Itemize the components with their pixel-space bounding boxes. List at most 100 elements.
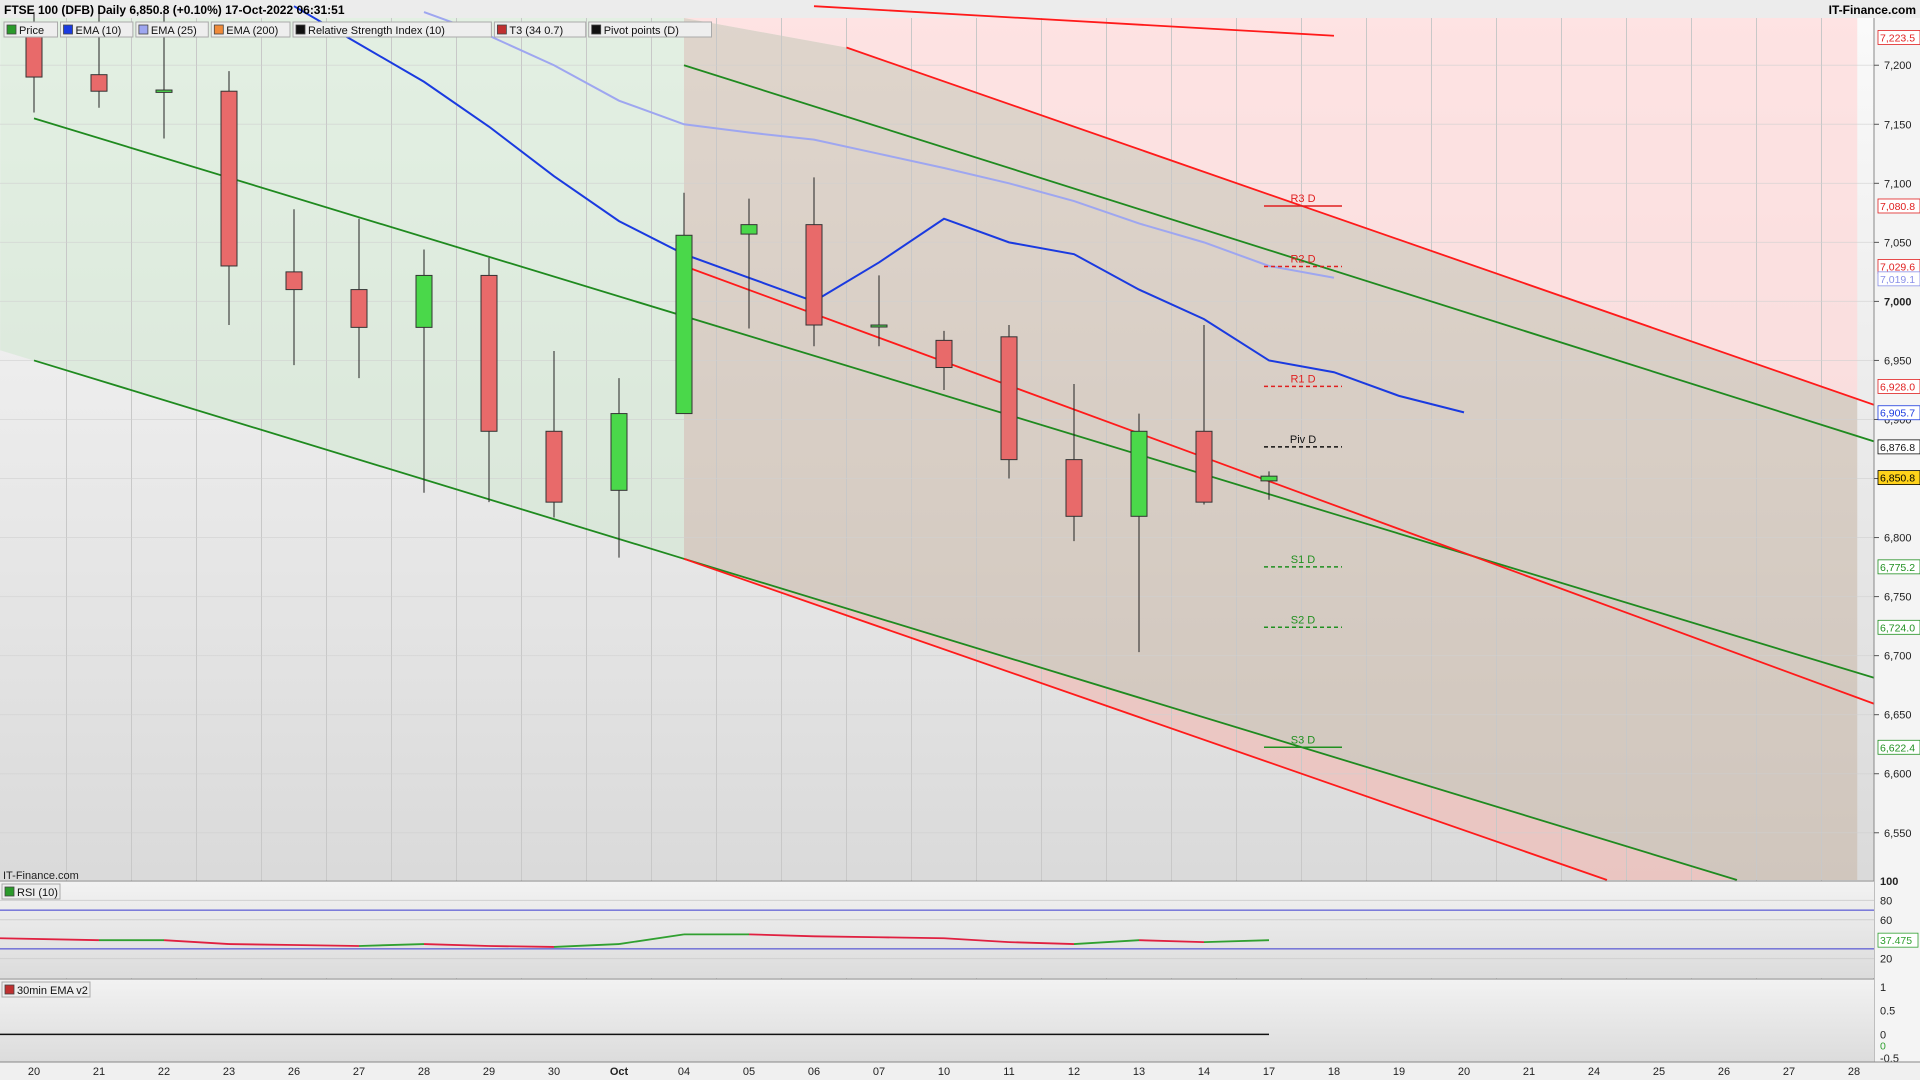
legend-swatch xyxy=(496,24,507,35)
x-tick-label: 26 xyxy=(288,1066,300,1078)
ema30-value-label: 0 xyxy=(1880,1040,1886,1052)
pivot-label: R1 D xyxy=(1290,373,1315,385)
y-tick-label: 7,050 xyxy=(1884,237,1912,249)
candle-body xyxy=(285,271,303,291)
pivot-label: Piv D xyxy=(1290,434,1316,446)
rsi-line-segment xyxy=(878,936,945,940)
y-tick-label: 6,800 xyxy=(1884,533,1912,545)
candle-body xyxy=(805,224,823,326)
legend-swatch xyxy=(213,24,224,35)
x-tick-label: 07 xyxy=(873,1066,885,1078)
price-tag-label: 7,223.5 xyxy=(1880,32,1915,44)
x-tick-label: 21 xyxy=(93,1066,105,1078)
candle-body xyxy=(870,324,888,328)
rsi-value-label: 37.475 xyxy=(1880,935,1912,947)
x-tick-label: 27 xyxy=(353,1066,365,1078)
rsi-line-segment xyxy=(813,935,880,939)
x-tick-label: 21 xyxy=(1523,1066,1535,1078)
candle-body xyxy=(675,234,693,415)
y-tick-label: 6,950 xyxy=(1884,355,1912,367)
candle-body xyxy=(545,430,563,503)
x-tick-label: 19 xyxy=(1393,1066,1405,1078)
y-tick-label: 6,750 xyxy=(1884,592,1912,604)
x-tick-label: 30 xyxy=(548,1066,560,1078)
x-tick-label: 23 xyxy=(223,1066,235,1078)
candle-body xyxy=(350,289,368,328)
candle-body xyxy=(480,274,498,432)
x-tick-label: 18 xyxy=(1328,1066,1340,1078)
rsi-tick-label: 100 xyxy=(1880,876,1898,888)
x-tick-label: 04 xyxy=(678,1066,690,1078)
legend-label: Pivot points (D) xyxy=(604,25,679,37)
site-name: IT-Finance.com xyxy=(1828,3,1916,17)
ema30-tick-label: 0.5 xyxy=(1880,1006,1895,1018)
x-tick-label: 10 xyxy=(938,1066,950,1078)
rsi-label: RSI (10) xyxy=(17,887,58,899)
x-tick-label: 24 xyxy=(1588,1066,1600,1078)
ema30-label-swatch xyxy=(4,984,15,995)
price-tag-label: 6,928.0 xyxy=(1880,381,1915,393)
price-tag-label: 7,019.1 xyxy=(1880,274,1915,286)
legend-label: EMA (25) xyxy=(151,25,197,37)
watermark: IT-Finance.com xyxy=(3,870,79,882)
price-tag-label: 7,080.8 xyxy=(1880,201,1915,213)
pivot-label: S1 D xyxy=(1291,554,1316,566)
y-tick-label: 6,600 xyxy=(1884,769,1912,781)
rsi-line-segment xyxy=(228,943,295,946)
candle-body xyxy=(220,90,238,267)
x-tick-label: 11 xyxy=(1003,1066,1014,1078)
legend-swatch xyxy=(63,24,73,35)
ema30-tick-label: 1 xyxy=(1880,982,1886,994)
y-tick-label: 6,700 xyxy=(1884,651,1912,663)
x-tick-label: 28 xyxy=(418,1066,430,1078)
legend-label: EMA (200) xyxy=(226,25,278,37)
x-tick-label: 27 xyxy=(1783,1066,1795,1078)
candle-body xyxy=(1065,459,1083,517)
ema30-label: 30min EMA v2 xyxy=(17,985,88,997)
legend-label: Price xyxy=(19,25,44,37)
candle-body xyxy=(1130,430,1148,517)
y-tick-label: 6,650 xyxy=(1884,710,1912,722)
x-tick-label: Oct xyxy=(610,1066,629,1078)
candle-body xyxy=(610,413,628,491)
legend-label: T3 (34 0.7) xyxy=(509,25,563,37)
x-tick-label: 12 xyxy=(1068,1066,1080,1078)
x-tick-label: 29 xyxy=(483,1066,495,1078)
x-tick-label: 13 xyxy=(1133,1066,1145,1078)
legend-swatch xyxy=(138,24,149,35)
legend-swatch xyxy=(6,24,17,35)
ema30-panel-background xyxy=(0,979,1874,1062)
y-tick-label: 7,150 xyxy=(1884,119,1912,131)
x-tick-label: 20 xyxy=(28,1066,40,1078)
rsi-panel-background xyxy=(0,881,1874,978)
pivot-label: S2 D xyxy=(1291,614,1316,626)
y-tick-label: 7,000 xyxy=(1884,296,1912,308)
chart-title: FTSE 100 (DFB) Daily 6,850.8 (+0.10%) 17… xyxy=(4,3,345,17)
candle-body xyxy=(415,274,433,328)
rsi-line-segment xyxy=(488,945,555,948)
pivot-label: S3 D xyxy=(1291,734,1316,746)
price-tag-label: 6,876.8 xyxy=(1880,442,1915,454)
x-tick-label: 06 xyxy=(808,1066,820,1078)
rsi-tick-label: 20 xyxy=(1880,954,1892,966)
x-tick-label: 20 xyxy=(1458,1066,1470,1078)
price-tag-label: 6,775.2 xyxy=(1880,562,1915,574)
y-tick-label: 7,200 xyxy=(1884,60,1912,72)
legend-label: Relative Strength Index (10) xyxy=(308,25,445,37)
candle-body xyxy=(935,339,953,369)
price-tag-label: 6,850.8 xyxy=(1880,473,1915,485)
x-tick-label: 17 xyxy=(1263,1066,1275,1078)
candle-body xyxy=(740,224,758,235)
legend-swatch xyxy=(591,24,602,35)
candle-body xyxy=(1260,475,1278,482)
price-tag-label: 6,622.4 xyxy=(1880,742,1915,754)
candle-body xyxy=(1195,430,1213,503)
x-tick-label: 28 xyxy=(1848,1066,1860,1078)
rsi-line-segment xyxy=(293,944,360,947)
rsi-tick-label: 80 xyxy=(1880,895,1892,907)
chart-canvas: R3 D R2 D R1 D Piv D S1 D S2 D S3 D 7,200 7,150 7… xyxy=(0,5,1920,1080)
rsi-label-swatch xyxy=(4,886,15,897)
x-tick-label: 25 xyxy=(1653,1066,1665,1078)
x-tick-label: 26 xyxy=(1718,1066,1730,1078)
pivot-label: R2 D xyxy=(1290,253,1315,265)
